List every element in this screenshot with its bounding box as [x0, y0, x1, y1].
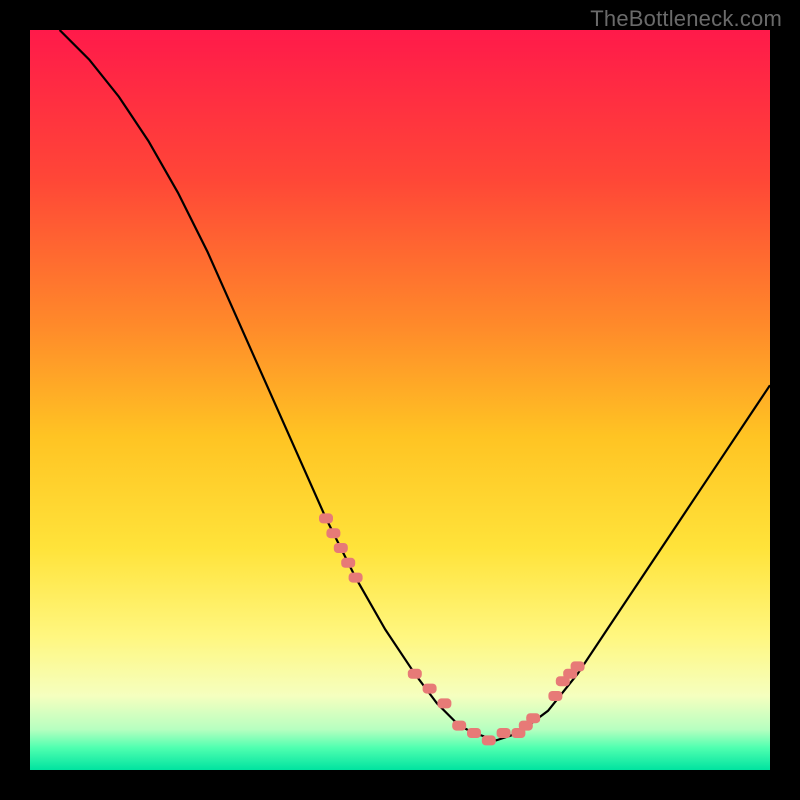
marker-point — [571, 661, 585, 671]
watermark-text: TheBottleneck.com — [590, 6, 782, 32]
chart-background — [30, 30, 770, 770]
marker-point — [326, 528, 340, 538]
chart-svg — [30, 30, 770, 770]
chart-plot-area — [30, 30, 770, 770]
marker-point — [319, 513, 333, 523]
marker-point — [408, 669, 422, 679]
marker-point — [341, 558, 355, 568]
marker-point — [452, 721, 466, 731]
marker-point — [334, 543, 348, 553]
marker-point — [526, 713, 540, 723]
marker-point — [467, 728, 481, 738]
marker-point — [482, 735, 496, 745]
marker-point — [497, 728, 511, 738]
marker-point — [349, 573, 363, 583]
marker-point — [423, 684, 437, 694]
marker-point — [437, 698, 451, 708]
marker-point — [548, 691, 562, 701]
